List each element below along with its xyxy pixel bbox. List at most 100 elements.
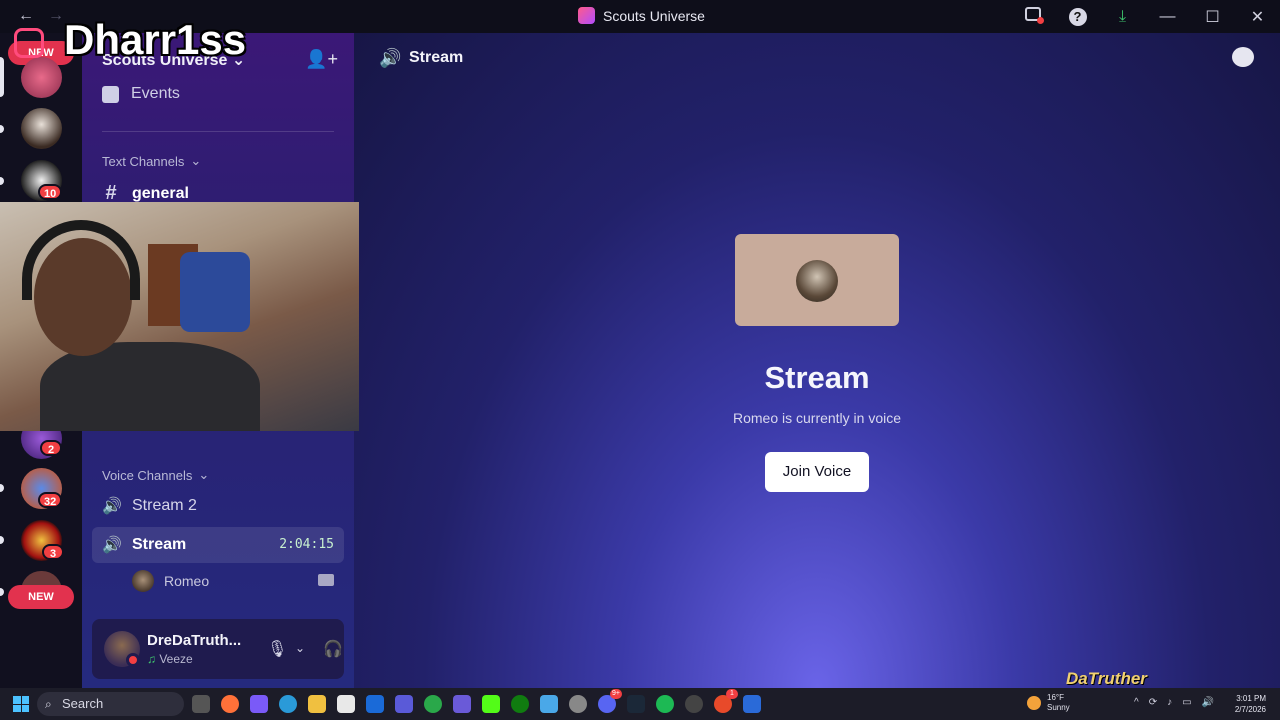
speaker-icon: 🔊 [102, 537, 122, 554]
user-display-name[interactable]: DreDaTruth... [147, 632, 241, 649]
windows-start-icon[interactable] [13, 696, 29, 712]
divider [102, 131, 334, 132]
app-icon[interactable]: 1 [714, 689, 738, 713]
xbox-icon[interactable] [511, 695, 529, 713]
category-label: Voice Channels [102, 467, 193, 483]
teams-icon[interactable] [395, 695, 413, 713]
photos-icon[interactable] [540, 695, 558, 713]
search-label: Search [62, 696, 104, 711]
voice-member-romeo[interactable]: Romeo [132, 570, 209, 592]
mention-badge: 32 [38, 492, 63, 508]
server-icon-2[interactable] [21, 108, 62, 149]
headset-icon[interactable]: 🎧 [323, 639, 343, 659]
inbox-button[interactable] [1010, 7, 1055, 26]
volume-icon[interactable]: 🔊 [1202, 697, 1214, 708]
window-title: Scouts Universe [578, 7, 705, 24]
edge-icon[interactable] [279, 695, 297, 713]
app-icon[interactable] [743, 695, 761, 713]
category-voice-channels[interactable]: Voice Channels ⌄ [102, 467, 209, 483]
help-icon: ? [1068, 7, 1087, 26]
sync-icon[interactable]: ⟳ [1149, 697, 1157, 708]
back-arrow-icon[interactable]: ← [18, 7, 34, 25]
taskbar-clock[interactable]: 3:01 PM 2/7/2026 [1235, 693, 1266, 715]
voice-channel-subtitle: Romeo is currently in voice [732, 410, 902, 426]
chevron-down-icon: ⌄ [198, 467, 210, 482]
mic-icon[interactable]: 🎙 [267, 639, 287, 659]
search-icon: ⌕ [45, 697, 52, 711]
maximize-icon[interactable]: ☐ [1190, 7, 1235, 27]
task-view-icon[interactable] [192, 695, 210, 713]
webcam-headphones [22, 220, 140, 300]
channel-header-title: Stream [409, 49, 464, 66]
outlook-icon[interactable] [366, 695, 384, 713]
weather-temp: 16°F [1047, 693, 1064, 702]
channel-label: general [132, 184, 189, 202]
server-icon [578, 7, 595, 24]
app-icon[interactable] [453, 695, 471, 713]
notification-badge: 9+ [610, 689, 622, 699]
sun-icon [1027, 696, 1041, 710]
unread-pip [0, 484, 4, 492]
taskbar-search[interactable]: ⌕ Search [37, 692, 184, 716]
steam-icon[interactable] [627, 695, 645, 713]
new-pill-bottom[interactable]: NEW [8, 585, 74, 609]
nav-buttons: ← → [18, 7, 64, 25]
stream-timer: 2:04:15 [279, 537, 334, 552]
instagram-icon [14, 28, 44, 58]
minimize-icon[interactable]: — [1145, 8, 1190, 26]
status-activity: Veeze [159, 652, 193, 666]
weather-text: 16°F Sunny [1047, 693, 1070, 713]
kick-icon[interactable] [482, 695, 500, 713]
discord-icon[interactable]: 9+ [598, 689, 622, 713]
forward-arrow-icon[interactable]: → [48, 7, 64, 25]
mention-badge: 2 [40, 440, 62, 456]
taskbar-apps: 9+ 1 [192, 689, 761, 713]
display-icon[interactable]: ▭ [1182, 697, 1191, 708]
webcam-chair [180, 252, 250, 332]
copilot-icon[interactable] [250, 695, 268, 713]
store-icon[interactable] [337, 695, 355, 713]
active-server-pip [0, 57, 4, 97]
chevron-down-icon: ⌄ [190, 153, 202, 168]
tray-expand-icon[interactable]: ^ [1134, 697, 1139, 708]
spotify-icon[interactable] [656, 695, 674, 713]
firefox-icon[interactable] [221, 695, 239, 713]
category-label: Text Channels [102, 153, 185, 169]
user-status: ♫ Veeze [147, 652, 193, 666]
music-note-icon: ♫ [147, 652, 156, 666]
main-panel: 🔊 Stream Stream Romeo is currently in vo… [354, 33, 1280, 688]
window-title-text: Scouts Universe [603, 7, 705, 24]
close-icon[interactable]: ✕ [1235, 7, 1280, 27]
chevron-down-icon[interactable]: ⌄ [295, 641, 305, 655]
inbox-icon [1024, 7, 1044, 24]
clock-date: 2/7/2026 [1234, 705, 1266, 714]
avatar [796, 260, 838, 302]
weather-widget[interactable]: 16°F Sunny [1027, 693, 1070, 713]
voice-channel-stream[interactable]: 🔊 Stream [102, 535, 186, 555]
weather-condition: Sunny [1047, 703, 1070, 712]
calendar-icon [102, 85, 119, 103]
voice-channel-stream-2[interactable]: 🔊 Stream 2 [102, 496, 197, 516]
category-text-channels[interactable]: Text Channels ⌄ [102, 153, 201, 169]
voice-member-name: Romeo [164, 573, 210, 589]
app-icon[interactable] [424, 695, 442, 713]
webcam-overlay [0, 202, 359, 431]
help-button[interactable]: ? [1055, 7, 1100, 26]
watermark-logo: DaTruther [1066, 669, 1147, 688]
unread-pip [0, 125, 4, 133]
settings-icon[interactable] [569, 695, 587, 713]
unread-pip [0, 588, 4, 596]
file-explorer-icon[interactable] [308, 695, 326, 713]
chat-bubble-icon[interactable] [1232, 47, 1254, 67]
dnd-status-icon [126, 653, 140, 667]
app-icon[interactable] [685, 695, 703, 713]
download-icon[interactable]: ⤓ [1100, 8, 1145, 26]
speaker-icon: 🔊 [379, 48, 402, 68]
add-member-icon[interactable]: 👤+ [305, 49, 338, 70]
join-voice-button[interactable]: Join Voice [765, 452, 869, 492]
events-item[interactable]: Events [102, 85, 180, 103]
system-tray: ^ ⟳ ♪ ▭ 🔊 [1134, 697, 1214, 708]
window-controls: ? ⤓ — ☐ ✕ [1010, 0, 1280, 33]
music-icon[interactable]: ♪ [1167, 697, 1172, 708]
server-icon-scouts[interactable] [21, 57, 62, 98]
